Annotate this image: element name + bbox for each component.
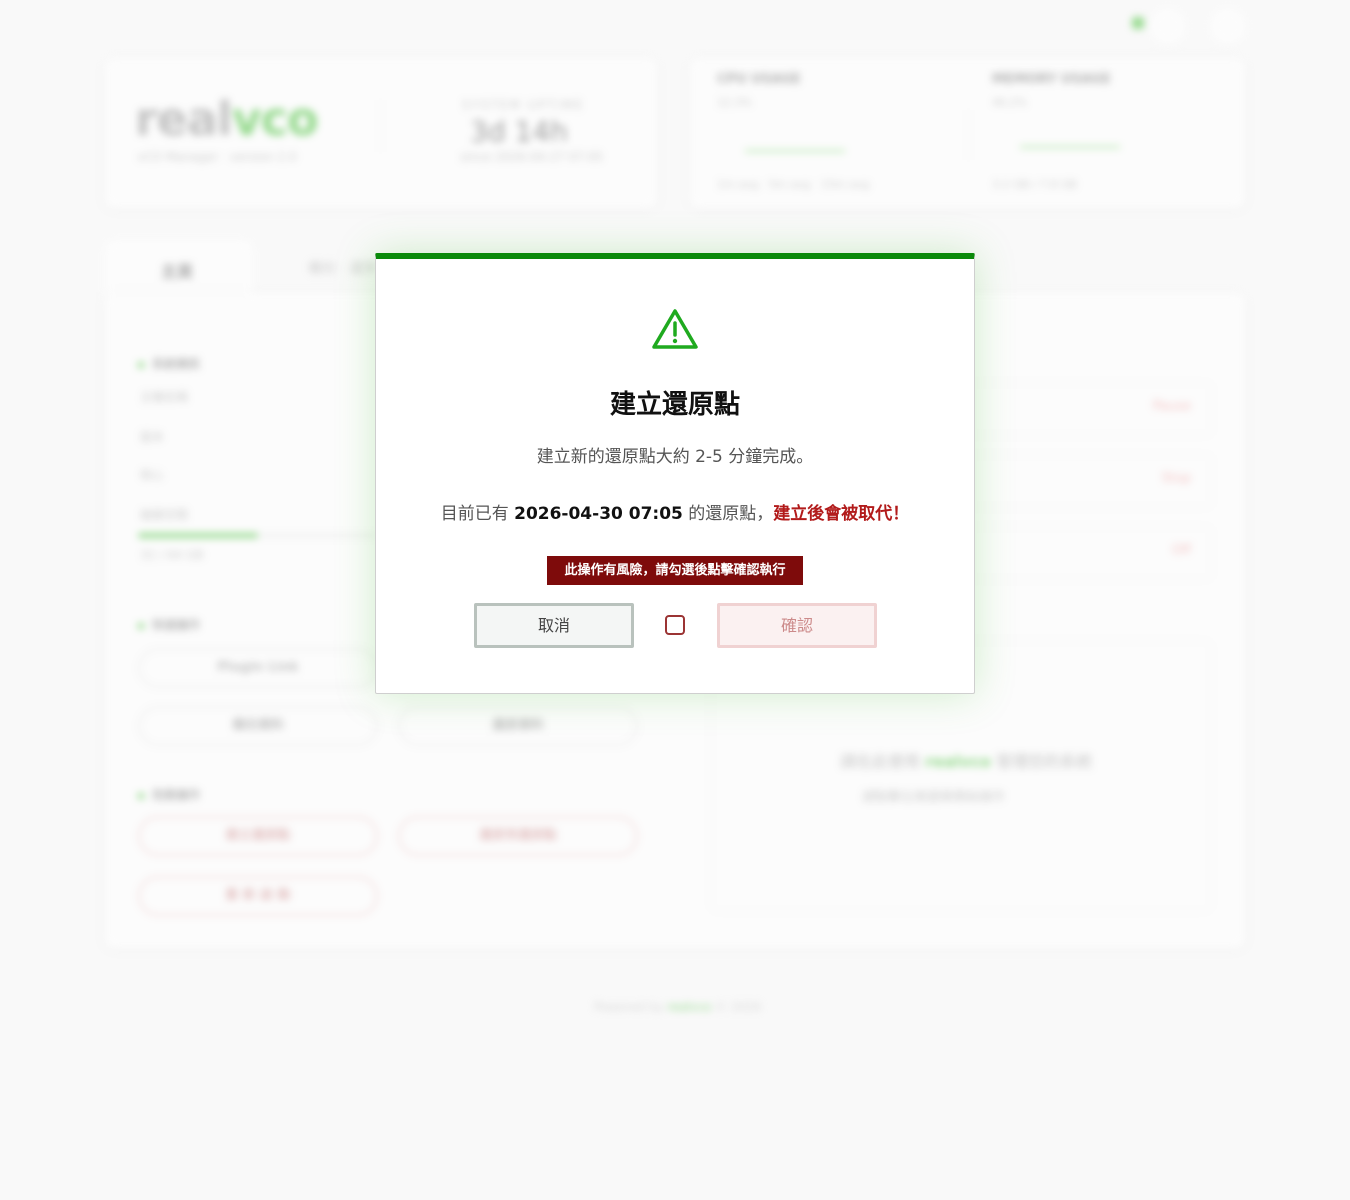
existing-prefix: 目前已有 [440,504,509,524]
stat-cpu-foot: 1m avg · 5m avg · 15m avg [717,178,870,191]
section-system-info: 系統資訊 [138,355,200,372]
cancel-button[interactable]: 取消 [474,603,634,648]
warning-triangle-icon [652,309,698,349]
service-row[interactable]: Stop [970,454,1212,508]
divider [968,110,969,160]
rollback-button[interactable]: 還原到還原點 [398,816,638,856]
existing-suffix: 的還原點， [688,504,774,524]
create-restore-point-button[interactable]: 建立還原點 [138,816,378,856]
uptime-value: 3d 14h [470,115,568,148]
replace-warning: 建立後會被取代！ [773,504,910,524]
info-hostname: 主機名稱 [140,390,189,404]
divider [380,100,381,152]
stat-cpu-title: CPU USAGE [717,72,801,87]
info-disk-value: 32 / 64 GB [140,548,204,562]
logo: realvco [135,92,319,146]
service-row[interactable]: Pause [970,382,1212,436]
info-disk: 磁碟空間 [140,508,189,522]
confirm-risk-checkbox[interactable] [665,615,685,635]
info-version: 版本 [140,430,165,444]
disk-progress [138,533,378,538]
dialog-description: 建立新的還原點大約 2-5 分鐘完成。 [536,447,814,467]
cpu-sparkline [745,150,845,152]
section-quick-actions: 快速操作 [138,616,200,633]
menu-button[interactable] [1210,8,1246,44]
stat-mem-foot: 3.2 GB / 7.8 GB [992,178,1077,191]
info-kernel: 核心 [140,468,165,482]
section-danger: 危險操作 [138,786,200,803]
reboot-button[interactable]: 重 新 啟 動 [138,876,378,916]
create-restore-point-dialog: 建立還原點 建立新的還原點大約 2-5 分鐘完成。 目前已有 2026-04-3… [375,253,975,694]
tab-backup[interactable]: 備份 · 還原 [308,258,377,278]
plugin-link-button[interactable]: Plugin Link [138,648,378,688]
service-row[interactable]: Off [970,526,1212,580]
status-indicator [1132,17,1144,29]
dialog-title: 建立還原點 [609,390,740,420]
uptime-label: SYSTEM UPTIME [462,98,585,112]
existing-restore-point-notice: 目前已有 2026-04-30 07:05 的還原點，建立後會被取代！ [376,499,974,524]
mem-sparkline [1020,146,1120,148]
footer: Powered by realvco © 2026 [594,1000,762,1014]
stat-cpu-value: 12.3% [717,96,752,109]
risk-notice: 此操作有風險，請勾選後點擊確認執行 [547,556,803,585]
tab-home-label: 主頁 [161,262,194,281]
language-button[interactable] [1150,8,1186,44]
tab-home[interactable]: 主頁 [105,240,253,296]
uptime-subtitle: since 2026-04-27 07:05 [460,150,604,164]
welcome-subtext: 請點擊左側選單開始操作 [862,790,1006,805]
confirm-button[interactable]: 確認 [717,603,877,648]
restore-button[interactable]: 還原資料 [398,706,638,746]
backup-button[interactable]: 備份資料 [138,706,378,746]
welcome-text: 請在此使用 realvco 管理您的系統 [840,752,1093,771]
stat-mem-value: 46.2% [992,96,1027,109]
existing-date: 2026-04-30 07:05 [514,504,683,524]
stat-mem-title: MEMORY USAGE [992,72,1111,87]
logo-subtitle: vCO Manager · version 2.0 [137,150,297,164]
